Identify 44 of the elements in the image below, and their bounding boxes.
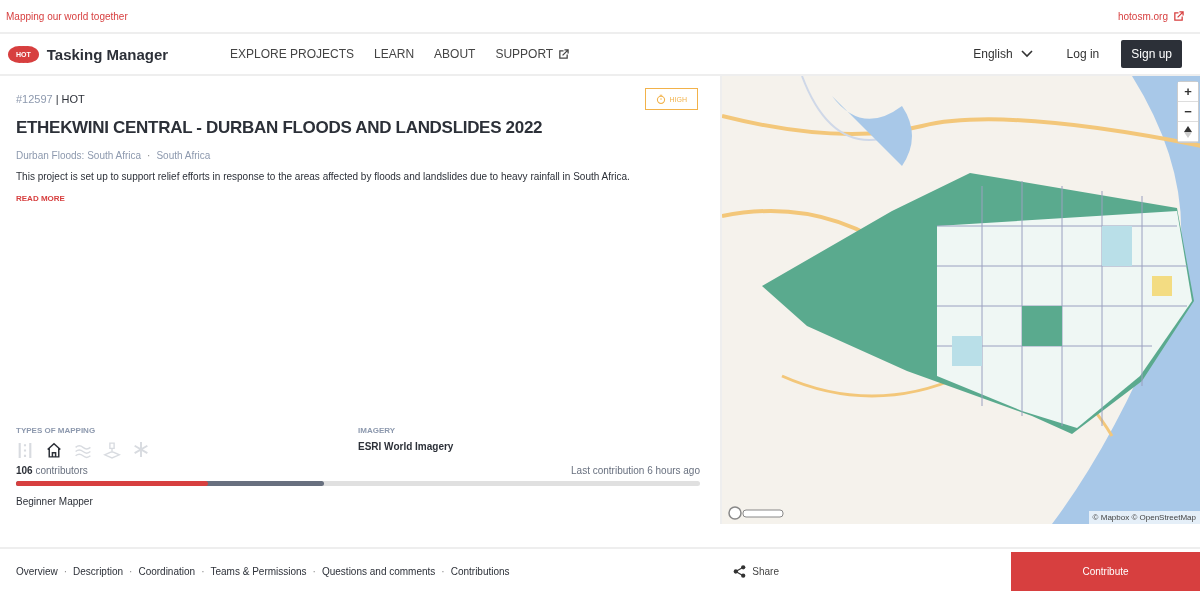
organisation-name: HOT	[61, 93, 85, 105]
nav-link[interactable]: SUPPORT	[495, 47, 570, 61]
section-link[interactable]: Teams & Permissions	[210, 566, 307, 577]
chevron-down-icon	[1020, 50, 1033, 58]
section-link[interactable]: Overview	[16, 566, 58, 577]
project-description: This project is set up to support relief efforts in response to the areas affected by floods and landslides due to heavy rainfall in South Africa.	[16, 171, 631, 182]
external-link-icon	[558, 48, 570, 60]
section-link[interactable]: Description	[73, 566, 124, 577]
separator: ·	[312, 566, 316, 577]
project-id: #12597	[16, 93, 53, 105]
section-link[interactable]: Contributions	[450, 566, 510, 577]
separator: ·	[147, 150, 151, 161]
section-link[interactable]: Questions and comments	[321, 566, 436, 577]
language-dropdown[interactable]: English	[967, 46, 1039, 62]
nav-link[interactable]: EXPLORE PROJECTS	[230, 47, 355, 61]
contributors-count: 106 contributors	[16, 465, 88, 476]
mapbox-logo-icon	[728, 506, 784, 520]
share-icon	[733, 565, 747, 578]
section-link[interactable]: Coordination	[138, 566, 196, 577]
separator: ·	[63, 566, 68, 577]
signup-button[interactable]: Sign up	[1121, 40, 1182, 68]
app-name: Tasking Manager	[46, 45, 169, 63]
separator: ·	[129, 566, 133, 577]
separator: ·	[441, 566, 445, 577]
map-attribution: © Mapbox © OpenStreetMap	[1088, 511, 1200, 524]
compass-icon	[1184, 125, 1192, 138]
nav-link[interactable]: LEARN	[374, 47, 415, 61]
section-heading: TYPES OF MAPPING	[16, 426, 97, 435]
read-more-link[interactable]: READ MORE	[16, 194, 700, 203]
difficulty-level: Beginner Mapper	[16, 496, 94, 509]
tagline: Mapping our world together	[6, 10, 128, 22]
separator: ·	[201, 566, 205, 577]
last-contribution: Last contribution 6 hours ago	[571, 465, 700, 476]
external-link-icon	[1173, 10, 1184, 22]
share-button[interactable]: Share	[727, 564, 785, 579]
project-title: ETHEKWINI CENTRAL - DURBAN FLOODS AND LANDSLIDES 2022	[16, 118, 544, 138]
zoom-button[interactable]: +	[1178, 82, 1198, 102]
hotosm-link[interactable]: hotosm.org	[1117, 10, 1184, 22]
imagery-name: ESRI World Imagery	[358, 441, 455, 452]
separator: |	[55, 93, 59, 105]
login-button[interactable]: Log in	[1060, 46, 1106, 62]
contribute-button[interactable]: Contribute	[1011, 552, 1200, 591]
section-heading: IMAGERY	[358, 426, 397, 435]
nav-link[interactable]: ABOUT	[434, 47, 476, 61]
